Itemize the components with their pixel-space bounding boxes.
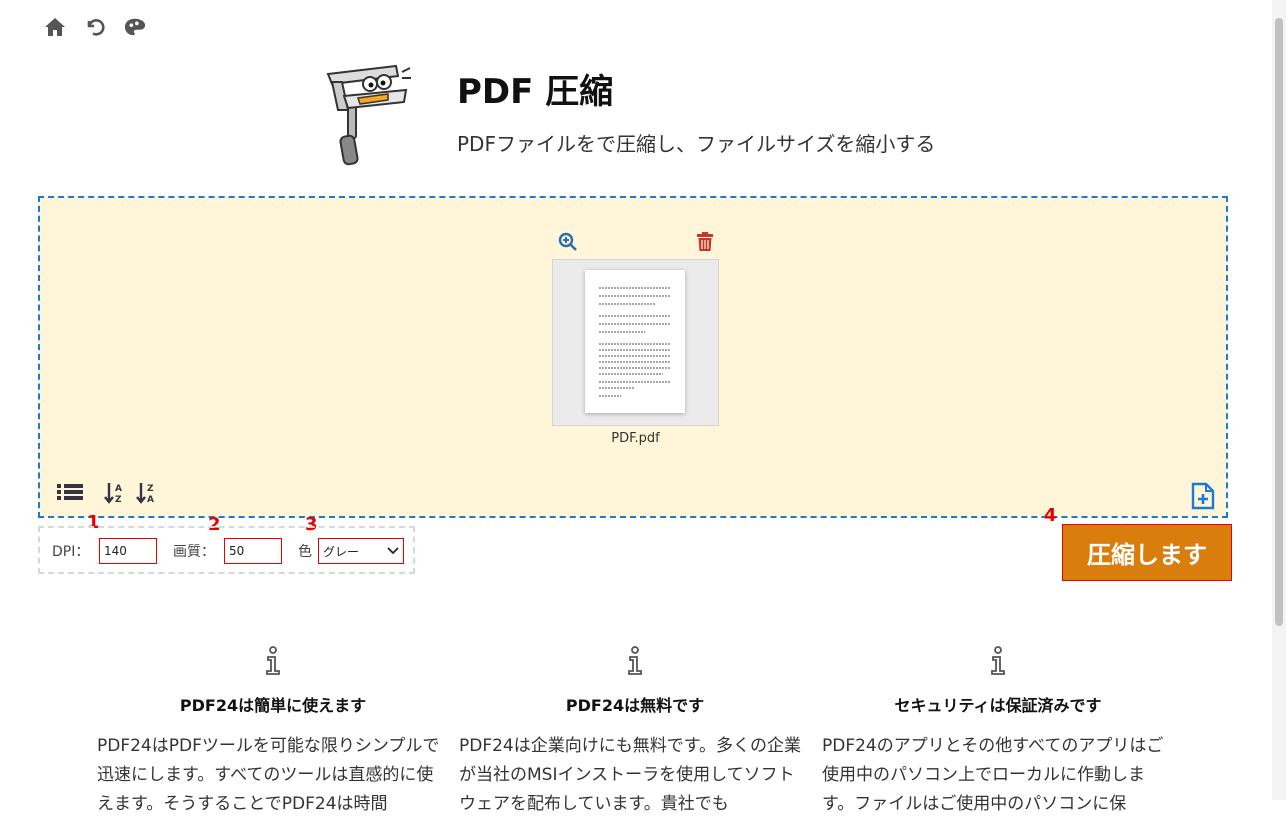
sort-a-z-icon[interactable]: AZ	[104, 481, 126, 509]
info-heading: セキュリティは保証済みです	[894, 696, 1102, 715]
pdf-thumbnail[interactable]	[552, 259, 719, 426]
page-title: PDF 圧縮	[457, 72, 614, 112]
info-icon	[93, 646, 453, 678]
file-name: PDF.pdf	[611, 431, 660, 446]
palette-icon[interactable]	[124, 16, 146, 38]
marker-4: 4	[1044, 505, 1057, 526]
scrollbar-thumb[interactable]	[1275, 18, 1283, 626]
zoom-in-icon[interactable]	[558, 232, 578, 252]
info-text: PDF24はPDFツールを可能な限りシンプルで迅速にします。すべてのツールは直感…	[97, 736, 440, 814]
add-file-icon[interactable]	[1190, 482, 1216, 514]
info-text: PDF24は企業向けにも無料です。多くの企業が当社のMSIインストーラを使用して…	[459, 736, 802, 814]
chevron-down-icon	[387, 544, 399, 558]
undo-icon[interactable]	[84, 16, 106, 38]
color-label: 色	[298, 544, 312, 560]
info-text: PDF24のアプリとその他すべてのアプリはご使用中のパソコン上でローカルに作動し…	[822, 736, 1164, 814]
home-icon[interactable]	[44, 16, 66, 38]
file-drop-zone[interactable]: PDF.pdf AZ ZA	[38, 196, 1228, 518]
clamp-mascot-logo	[318, 60, 414, 168]
page-subtitle: PDFファイルをで圧縮し、ファイルサイズを縮小する	[457, 132, 936, 156]
svg-text:A: A	[115, 484, 122, 494]
info-easy: PDF24は簡単に使えます PDF24はPDFツールを可能な限りシンプルで迅速に…	[93, 646, 453, 819]
info-icon	[455, 646, 815, 678]
color-select-value: グレー	[323, 544, 360, 559]
compression-settings: DPI： 140 画質： 50 色 グレー	[38, 526, 415, 574]
svg-text:Z: Z	[147, 484, 154, 494]
info-security: セキュリティは保証済みです PDF24のアプリとその他すべてのアプリはご使用中の…	[818, 646, 1178, 819]
trash-icon[interactable]	[696, 232, 716, 252]
vertical-scrollbar[interactable]	[1272, 0, 1286, 800]
info-heading: PDF24は無料です	[565, 696, 705, 715]
color-select[interactable]: グレー	[318, 538, 404, 564]
svg-text:A: A	[147, 495, 154, 505]
list-view-icon[interactable]	[56, 481, 84, 507]
info-free: PDF24は無料です PDF24は企業向けにも無料です。多くの企業が当社のMSI…	[455, 646, 815, 819]
dpi-input[interactable]: 140	[99, 538, 157, 564]
sort-z-a-icon[interactable]: ZA	[136, 481, 158, 509]
svg-text:Z: Z	[115, 495, 122, 505]
quality-input[interactable]: 50	[224, 538, 282, 564]
pdf-page-preview	[585, 270, 685, 413]
info-heading: PDF24は簡単に使えます	[179, 696, 367, 715]
dpi-label: DPI：	[52, 544, 90, 560]
compress-button[interactable]: 圧縮します	[1062, 524, 1232, 581]
top-toolbar	[44, 16, 146, 38]
info-icon	[818, 646, 1178, 678]
quality-label: 画質：	[173, 544, 215, 560]
